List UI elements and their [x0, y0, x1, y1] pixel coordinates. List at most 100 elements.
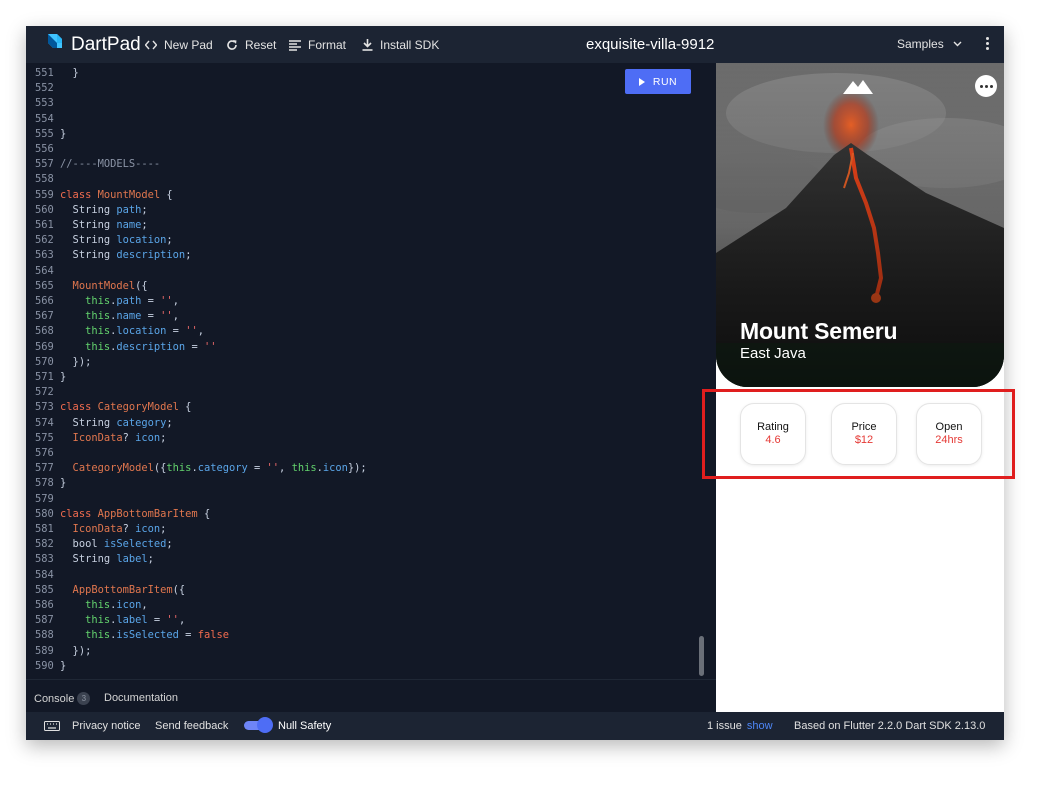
code-token: , [172, 295, 179, 307]
tab-console[interactable]: Console 3 [34, 692, 91, 705]
code-token: '' [160, 310, 173, 323]
code-icon [145, 40, 157, 50]
line-number: 559 [35, 188, 54, 201]
code-token: AppBottomBarItem [60, 583, 173, 596]
line-number: 588 [35, 629, 54, 642]
code-token: path [116, 295, 142, 307]
code-line: 590 } [35, 659, 66, 674]
issues-status: 1 issue show [707, 720, 773, 732]
dartpad-window: DartPad New Pad Reset Format Install SDK [26, 26, 1004, 740]
code-line: 589 }); [35, 644, 91, 659]
sdk-version-text: Based on Flutter 2.2.0 Dart SDK 2.13.0 [794, 720, 986, 732]
code-token: ; [160, 431, 167, 444]
code-line: 586 this.icon, [35, 598, 148, 613]
code-token: name [116, 219, 142, 231]
privacy-notice-link[interactable]: Privacy notice [72, 720, 140, 732]
code-token: ; [185, 249, 192, 262]
code-token: ; [166, 416, 173, 429]
code-token: //----MODELS---- [60, 158, 161, 171]
code-line: 556 [35, 142, 60, 157]
code-token: String [60, 203, 117, 216]
line-number: 553 [35, 97, 54, 110]
code-token: category [116, 416, 167, 429]
code-line: 585 AppBottomBarItem({ [35, 583, 185, 598]
line-number: 563 [35, 249, 54, 262]
code-line: 572 [35, 385, 60, 400]
download-icon [362, 39, 373, 51]
code-token: ({ [135, 279, 148, 292]
code-token: icon [135, 523, 161, 535]
code-line: 562 String location; [35, 233, 173, 248]
samples-dropdown[interactable]: Samples [897, 37, 962, 51]
line-number: 562 [35, 234, 54, 247]
dartpad-brand[interactable]: DartPad [44, 33, 141, 56]
code-token: '' [185, 325, 198, 338]
line-number: 577 [35, 462, 54, 475]
code-line: 559 class MountModel { [35, 188, 173, 203]
new-pad-button[interactable]: New Pad [145, 36, 213, 54]
code-token: label [116, 614, 148, 627]
code-token: ; [166, 538, 173, 551]
format-button[interactable]: Format [289, 36, 346, 54]
code-token: { [197, 507, 211, 520]
code-token: '' [160, 295, 173, 307]
code-line: 555 } [35, 127, 66, 142]
code-editor[interactable]: 551 } 552 553 554 555 } 556 557 //----MODE… [26, 63, 716, 679]
code-token: this [60, 614, 111, 627]
code-token: name [116, 310, 142, 323]
bottom-tabs: Console 3 Documentation [26, 679, 716, 712]
code-token: MountModel [97, 188, 161, 201]
more-options-button[interactable] [975, 75, 997, 97]
code-line: 552 [35, 81, 60, 96]
keyboard-icon[interactable] [44, 721, 60, 731]
code-line: 567 this.name = '', [35, 309, 179, 324]
send-feedback-link[interactable]: Send feedback [155, 720, 228, 732]
code-token: description [116, 249, 186, 262]
more-vert-icon[interactable] [982, 35, 992, 55]
code-line: 551 } [35, 66, 79, 81]
code-token: location [116, 234, 167, 247]
run-button[interactable]: RUN [625, 69, 691, 94]
code-line: 553 [35, 96, 60, 111]
reset-label: Reset [245, 38, 277, 52]
line-number: 551 [35, 67, 54, 79]
code-line: 582 bool isSelected; [35, 537, 173, 552]
null-safety-label: Null Safety [278, 720, 332, 732]
show-issues-link[interactable]: show [747, 720, 773, 732]
line-number: 564 [35, 264, 54, 277]
status-bar: Privacy notice Send feedback Null Safety… [26, 712, 1004, 740]
dot-icon [979, 84, 983, 88]
code-line: 587 this.label = '', [35, 613, 185, 628]
pad-title[interactable]: exquisite-villa-9912 [586, 36, 714, 53]
code-token: ({ [172, 583, 186, 596]
line-number: 585 [35, 583, 54, 596]
line-number: 580 [35, 507, 54, 520]
null-safety-toggle[interactable] [244, 717, 273, 734]
code-token: CategoryModel [60, 462, 154, 475]
code-line: 569 this.description = '' [35, 340, 216, 355]
code-token: IconData [60, 431, 123, 444]
line-number: 589 [35, 644, 54, 657]
code-line: 588 this.isSelected = false [35, 628, 229, 643]
issues-count: 1 issue [707, 720, 742, 732]
line-number: 552 [35, 82, 54, 95]
install-sdk-button[interactable]: Install SDK [362, 36, 439, 54]
line-number: 569 [35, 340, 54, 353]
top-toolbar: DartPad New Pad Reset Format Install SDK [26, 26, 1004, 63]
line-number: 574 [35, 416, 54, 429]
dart-logo-icon [44, 32, 64, 57]
code-line: 558 [35, 172, 60, 187]
tab-documentation[interactable]: Documentation [104, 692, 178, 704]
code-line: 564 [35, 264, 60, 279]
line-number: 587 [35, 614, 54, 627]
code-token: = [141, 295, 161, 307]
code-token: IconData [60, 523, 123, 535]
reset-button[interactable]: Reset [226, 36, 276, 54]
line-number: 576 [35, 447, 54, 459]
code-token: ; [147, 553, 154, 566]
code-line: 578 } [35, 476, 66, 491]
editor-scrollbar[interactable] [699, 636, 704, 676]
code-token: ({ [153, 462, 167, 475]
code-token: = [147, 614, 167, 627]
code-token: ? [122, 523, 136, 535]
